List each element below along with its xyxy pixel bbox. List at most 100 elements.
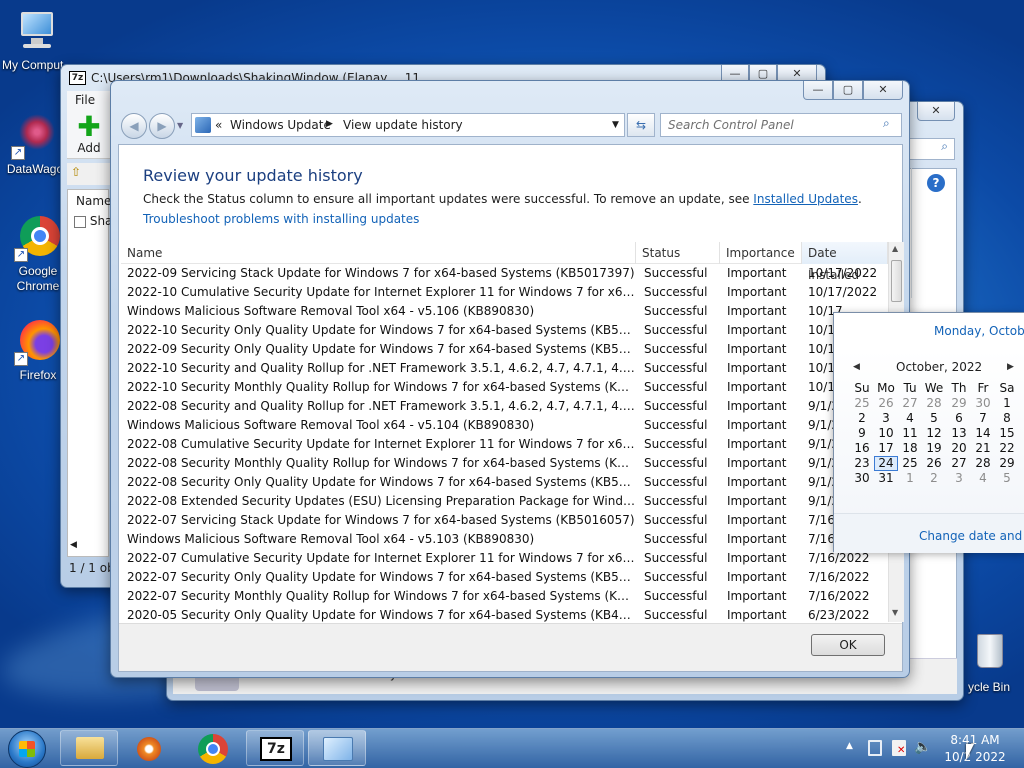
- close-button[interactable]: ✕: [917, 102, 955, 121]
- calendar-day[interactable]: 10: [874, 426, 898, 440]
- col-header-importance[interactable]: Importance: [720, 242, 802, 264]
- calendar-day[interactable]: 31: [874, 471, 898, 485]
- calendar-day[interactable]: 6: [947, 411, 971, 425]
- table-row[interactable]: 2022-07 Servicing Stack Update for Windo…: [121, 511, 888, 530]
- col-name[interactable]: Name: [76, 194, 111, 208]
- calendar-day[interactable]: 1: [995, 396, 1019, 410]
- table-row[interactable]: 2022-10 Security Monthly Quality Rollup …: [121, 378, 888, 397]
- table-row[interactable]: 2022-08 Security Only Quality Update for…: [121, 473, 888, 492]
- up-folder-icon[interactable]: ⇧: [71, 165, 81, 179]
- maximize-button[interactable]: ▢: [833, 81, 863, 100]
- calendar-day[interactable]: 17: [874, 441, 898, 455]
- calendar-day[interactable]: 2: [922, 471, 946, 485]
- calendar-day[interactable]: 19: [922, 441, 946, 455]
- add-button[interactable]: ✚ Add: [71, 113, 107, 156]
- close-button[interactable]: ✕: [863, 81, 903, 100]
- calendar-month-title[interactable]: October, 2022: [896, 360, 982, 374]
- calendar-day[interactable]: 28: [971, 456, 995, 470]
- table-row[interactable]: 2022-08 Security Monthly Quality Rollup …: [121, 454, 888, 473]
- table-row[interactable]: 2022-10 Security and Quality Rollup for …: [121, 359, 888, 378]
- clock[interactable]: 8:41 AM 10/2 2022: [944, 732, 1006, 766]
- troubleshoot-link[interactable]: Troubleshoot problems with installing up…: [143, 212, 419, 226]
- change-date-time-link[interactable]: Change date and tin: [919, 529, 1024, 543]
- calendar-day[interactable]: 26: [874, 396, 898, 410]
- calendar-day[interactable]: 4: [971, 471, 995, 485]
- hscroll-left[interactable]: ◀: [70, 540, 77, 550]
- table-row[interactable]: 2022-10 Security Only Quality Update for…: [121, 321, 888, 340]
- calendar-day[interactable]: 22: [995, 441, 1019, 455]
- forward-button[interactable]: ▶: [149, 113, 175, 139]
- back-button[interactable]: ◀: [121, 113, 147, 139]
- calendar-day[interactable]: 23: [850, 456, 874, 470]
- col-header-status[interactable]: Status: [636, 242, 720, 264]
- network-icon[interactable]: [868, 740, 882, 756]
- calendar-day[interactable]: 16: [850, 441, 874, 455]
- calendar-day[interactable]: 15: [995, 426, 1019, 440]
- taskbar-explorer[interactable]: [60, 730, 118, 766]
- calendar-day[interactable]: 9: [850, 426, 874, 440]
- volume-icon[interactable]: 🔈: [914, 739, 931, 755]
- address-dropdown-arrow[interactable]: ▼: [612, 120, 619, 130]
- cp-search-icon[interactable]: ⌕: [909, 138, 955, 160]
- calendar-day[interactable]: 27: [947, 456, 971, 470]
- table-row[interactable]: 2022-10 Cumulative Security Update for I…: [121, 283, 888, 302]
- calendar-day[interactable]: 25: [850, 396, 874, 410]
- calendar-day[interactable]: 20: [947, 441, 971, 455]
- ok-button[interactable]: OK: [811, 634, 885, 656]
- calendar-day[interactable]: 2: [850, 411, 874, 425]
- calendar-day-selected[interactable]: 24: [874, 456, 898, 471]
- address-bar[interactable]: « Windows Update ▶ View update history ▼: [191, 113, 625, 137]
- calendar-day[interactable]: 12: [922, 426, 946, 440]
- calendar-day[interactable]: 7: [971, 411, 995, 425]
- table-row[interactable]: 2022-08 Security and Quality Rollup for …: [121, 397, 888, 416]
- desktop-icon-recycle-bin[interactable]: ycle Bin: [954, 630, 1024, 694]
- taskbar-media-player[interactable]: [120, 730, 178, 766]
- taskbar-chrome[interactable]: [184, 730, 242, 766]
- tray-show-hidden-icon[interactable]: ▲: [846, 741, 853, 751]
- table-row[interactable]: Windows Malicious Software Removal Tool …: [121, 530, 888, 549]
- calendar-date-link[interactable]: Monday, Octobe: [934, 324, 1024, 338]
- calendar-day[interactable]: 30: [850, 471, 874, 485]
- table-row[interactable]: 2022-09 Servicing Stack Update for Windo…: [121, 264, 888, 283]
- table-row[interactable]: Windows Malicious Software Removal Tool …: [121, 302, 888, 321]
- action-center-icon[interactable]: ✕: [892, 740, 906, 756]
- breadcrumb-overflow[interactable]: «: [215, 118, 222, 132]
- help-icon[interactable]: ?: [927, 174, 945, 192]
- calendar-day[interactable]: 11: [898, 426, 922, 440]
- refresh-button[interactable]: ⇆: [627, 113, 655, 137]
- table-row[interactable]: 2022-07 Cumulative Security Update for I…: [121, 549, 888, 568]
- table-row[interactable]: 2022-07 Security Monthly Quality Rollup …: [121, 587, 888, 606]
- calendar-day[interactable]: 5: [922, 411, 946, 425]
- calendar-day[interactable]: 14: [971, 426, 995, 440]
- table-row[interactable]: 2022-07 Security Only Quality Update for…: [121, 568, 888, 587]
- calendar-day[interactable]: 3: [947, 471, 971, 485]
- calendar-day[interactable]: 27: [898, 396, 922, 410]
- file-row[interactable]: Sha: [74, 214, 112, 228]
- scroll-down-icon[interactable]: ▼: [892, 608, 898, 617]
- calendar-day[interactable]: 30: [971, 396, 995, 410]
- breadcrumb-view-update-history[interactable]: View update history: [343, 118, 463, 132]
- next-month-button[interactable]: ▶: [1007, 362, 1014, 372]
- breadcrumb-windows-update[interactable]: Windows Update: [230, 118, 331, 132]
- prev-month-button[interactable]: ◀: [853, 362, 860, 372]
- minimize-button[interactable]: —: [803, 81, 833, 100]
- table-row[interactable]: 2020-05 Security Only Quality Update for…: [121, 606, 888, 622]
- calendar-day[interactable]: 13: [947, 426, 971, 440]
- scroll-up-icon[interactable]: ▲: [892, 244, 898, 253]
- calendar-day[interactable]: 4: [898, 411, 922, 425]
- calendar-day[interactable]: 26: [922, 456, 946, 470]
- table-row[interactable]: 2022-08 Extended Security Updates (ESU) …: [121, 492, 888, 511]
- search-box[interactable]: Search Control Panel ⌕: [660, 113, 902, 137]
- calendar-day[interactable]: 1: [898, 471, 922, 485]
- calendar-day[interactable]: 8: [995, 411, 1019, 425]
- table-row[interactable]: 2022-09 Security Only Quality Update for…: [121, 340, 888, 359]
- taskbar-7zip[interactable]: 7z: [246, 730, 304, 766]
- recent-pages-dropdown[interactable]: ▼: [177, 121, 183, 130]
- col-header-name[interactable]: Name: [121, 242, 636, 264]
- scroll-thumb[interactable]: [891, 260, 902, 302]
- calendar-day[interactable]: 25: [898, 456, 922, 470]
- calendar-day[interactable]: 3: [874, 411, 898, 425]
- calendar-day[interactable]: 28: [922, 396, 946, 410]
- calendar-day[interactable]: 29: [947, 396, 971, 410]
- table-row[interactable]: 2022-08 Cumulative Security Update for I…: [121, 435, 888, 454]
